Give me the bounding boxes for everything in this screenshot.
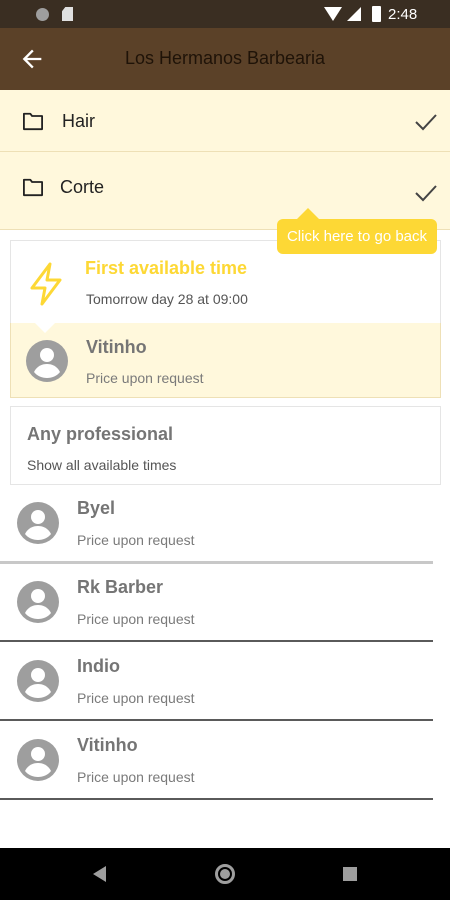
status-time: 2:48 [388, 6, 418, 23]
professional-name: Vitinho [86, 337, 147, 357]
check-icon [415, 185, 437, 202]
divider [0, 719, 433, 721]
check-icon [415, 114, 437, 131]
signal-icon [347, 7, 361, 21]
professional-name: Indio [77, 656, 120, 676]
tooltip-arrow [297, 208, 319, 219]
notch-pointer [35, 323, 55, 333]
go-back-tooltip[interactable]: Click here to go back [277, 219, 437, 254]
divider [0, 640, 433, 642]
divider [0, 561, 433, 564]
first-available-title: First available time [85, 258, 248, 278]
battery-icon [372, 6, 381, 22]
first-available-time: Tomorrow day 28 at 09:00 [86, 291, 248, 307]
avatar-icon [26, 340, 68, 382]
category-item-hair[interactable]: Hair [0, 90, 450, 152]
professional-price: Price upon request [77, 611, 195, 627]
category-label: Corte [60, 177, 105, 197]
professional-name: Vitinho [77, 735, 138, 755]
professional-price: Price upon request [86, 370, 204, 386]
folder-icon [22, 178, 43, 197]
professional-price: Price upon request [77, 690, 195, 706]
page-title: Los Hermanos Barbearia [124, 48, 326, 68]
divider [0, 798, 433, 800]
any-professional-title: Any professional [27, 424, 174, 444]
folder-icon [22, 112, 43, 131]
professional-name: Byel [77, 498, 116, 518]
professional-price: Price upon request [77, 769, 195, 785]
any-professional-subtitle: Show all available times [27, 457, 177, 473]
nav-back-icon[interactable] [93, 866, 106, 882]
avatar-icon [17, 581, 59, 623]
category-label: Hair [62, 111, 96, 131]
professional-price: Price upon request [77, 532, 195, 548]
status-bar: 2:48 [0, 0, 450, 28]
lightning-icon [30, 262, 62, 306]
avatar-icon [17, 739, 59, 781]
nav-recent-apps-icon[interactable] [343, 867, 357, 881]
sd-card-icon [62, 7, 73, 21]
notification-dot-icon [36, 8, 49, 21]
first-available-professional[interactable] [10, 323, 441, 398]
wifi-icon [324, 7, 342, 21]
avatar-icon [17, 660, 59, 702]
app-bar: Los Hermanos Barbearia [0, 28, 450, 90]
nav-home-icon[interactable] [215, 864, 235, 884]
professional-name: Rk Barber [77, 577, 164, 597]
avatar-icon [17, 502, 59, 544]
any-professional-card[interactable] [10, 406, 441, 485]
